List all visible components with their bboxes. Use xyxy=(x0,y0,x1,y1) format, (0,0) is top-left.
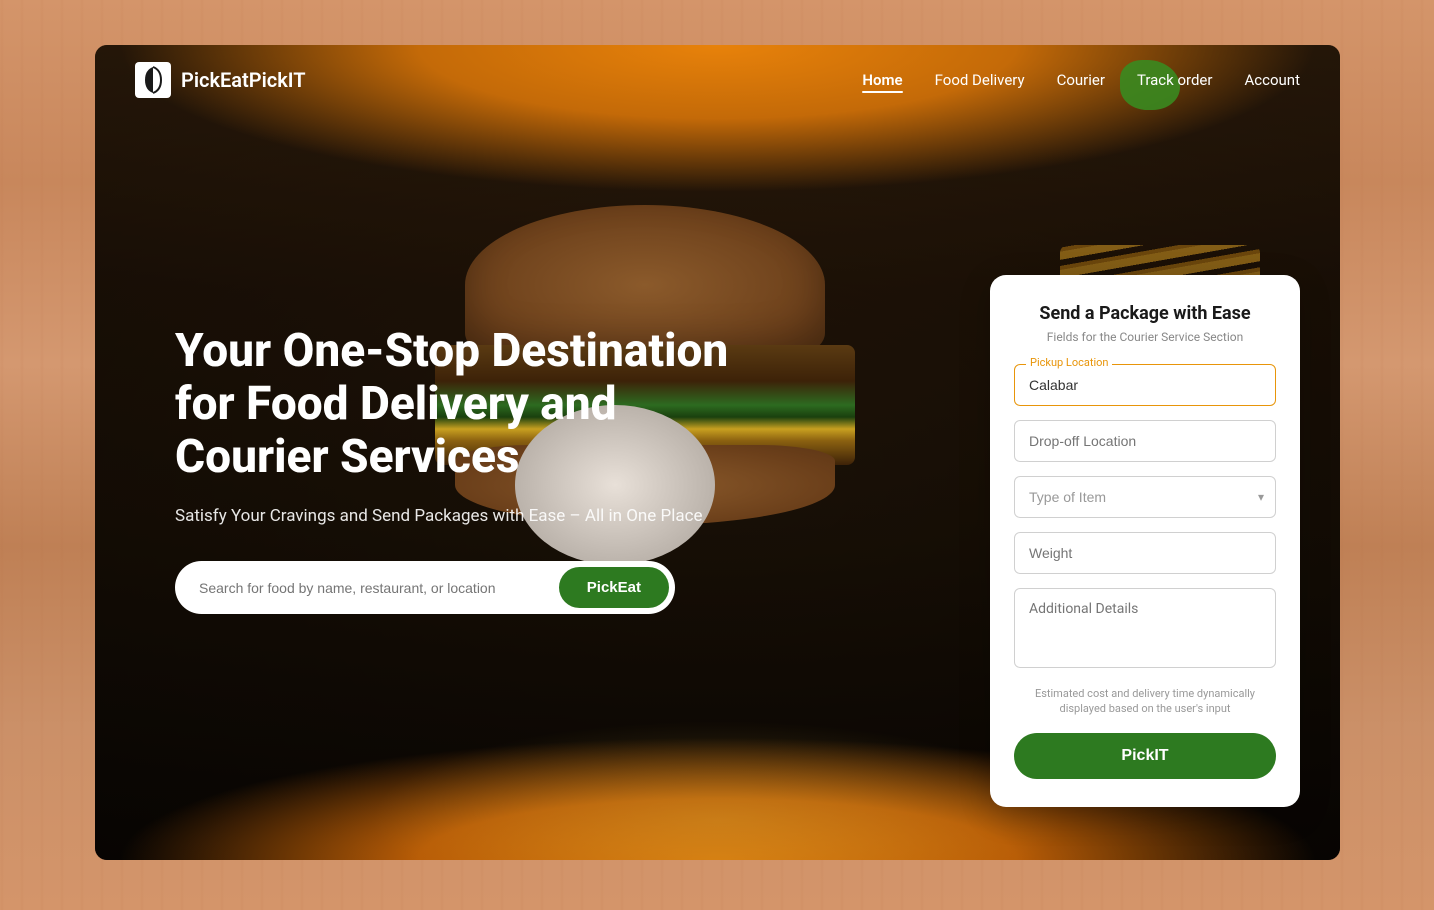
weight-input[interactable] xyxy=(1014,532,1276,574)
nav-account[interactable]: Account xyxy=(1244,71,1300,89)
type-select-wrapper: Type of Item Documents Electronics Cloth… xyxy=(1014,476,1276,518)
nav-track-order[interactable]: Track order xyxy=(1137,71,1213,89)
hero-content: Your One-Stop Destination for Food Deliv… xyxy=(175,325,755,614)
weight-field xyxy=(1014,532,1276,574)
package-form-card: Send a Package with Ease Fields for the … xyxy=(990,275,1300,807)
nav-food-delivery[interactable]: Food Delivery xyxy=(935,71,1025,89)
pick-it-button[interactable]: PickIT xyxy=(1014,733,1276,779)
logo-text: PickEatPickIT xyxy=(181,68,306,92)
search-input[interactable] xyxy=(199,580,559,596)
details-textarea[interactable] xyxy=(1014,588,1276,668)
nav-home[interactable]: Home xyxy=(862,71,902,89)
dropoff-input[interactable] xyxy=(1014,420,1276,462)
logo-icon xyxy=(135,62,171,98)
pick-eat-button[interactable]: PickEat xyxy=(559,567,669,608)
search-bar: PickEat xyxy=(175,561,675,614)
main-container: PickEatPickIT Home Food Delivery Courier… xyxy=(95,45,1340,860)
pickup-label: Pickup Location xyxy=(1026,356,1112,369)
form-subtitle: Fields for the Courier Service Section xyxy=(1014,330,1276,344)
details-field xyxy=(1014,588,1276,672)
type-select[interactable]: Type of Item Documents Electronics Cloth… xyxy=(1014,476,1276,518)
estimated-cost-text: Estimated cost and delivery time dynamic… xyxy=(1014,686,1276,717)
nav-courier[interactable]: Courier xyxy=(1057,71,1105,89)
type-field: Type of Item Documents Electronics Cloth… xyxy=(1014,476,1276,518)
dropoff-field xyxy=(1014,420,1276,462)
navbar: PickEatPickIT Home Food Delivery Courier… xyxy=(95,45,1340,115)
pickup-input[interactable] xyxy=(1014,364,1276,406)
hero-subtitle: Satisfy Your Cravings and Send Packages … xyxy=(175,504,755,530)
logo[interactable]: PickEatPickIT xyxy=(135,62,306,98)
pickup-field: Pickup Location xyxy=(1014,364,1276,406)
form-title: Send a Package with Ease xyxy=(1014,303,1276,324)
nav-links: Home Food Delivery Courier Track order A… xyxy=(862,71,1300,89)
hero-title: Your One-Stop Destination for Food Deliv… xyxy=(175,325,755,484)
